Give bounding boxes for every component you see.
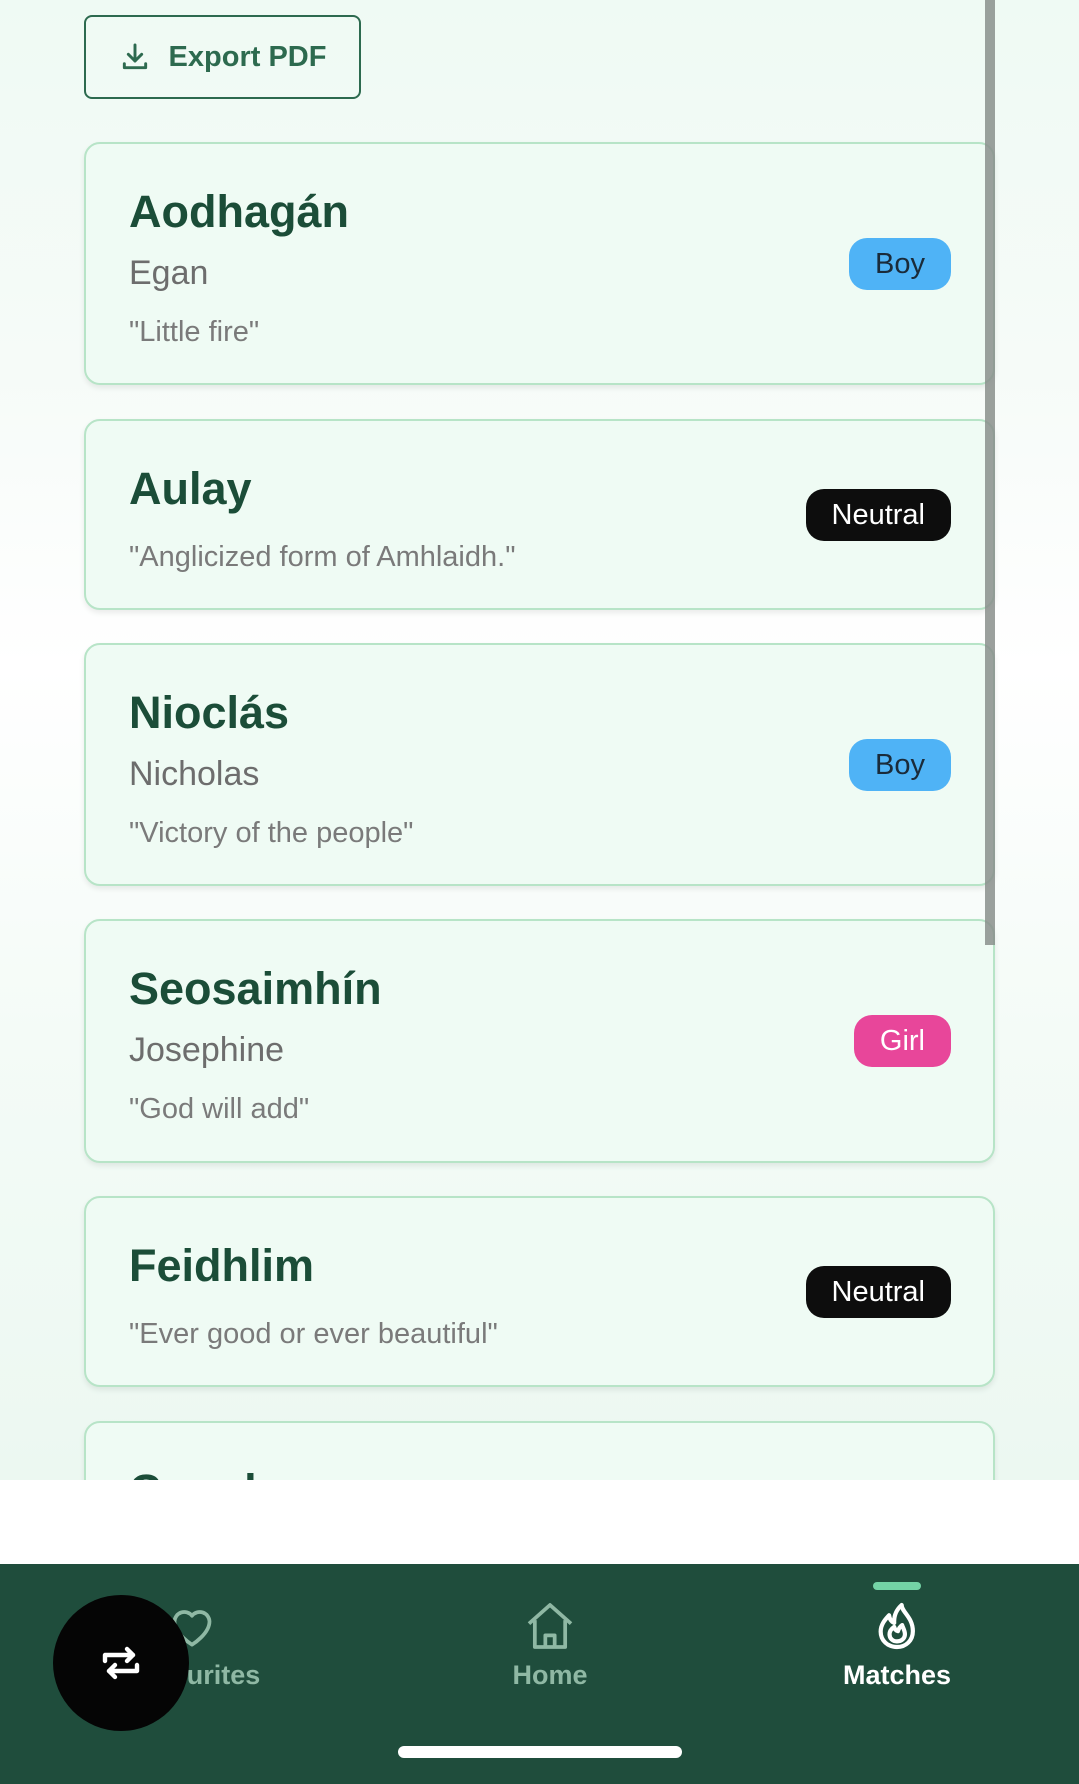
export-pdf-button[interactable]: Export PDF bbox=[84, 15, 361, 99]
list-footer-space bbox=[0, 1480, 1079, 1564]
name-card[interactable]: Seosaimhín Josephine "God will add" Girl bbox=[84, 919, 995, 1163]
irish-name: Seosaimhín bbox=[129, 963, 382, 1014]
english-name: Josephine bbox=[129, 1031, 285, 1069]
irish-name: Caradoc bbox=[129, 1465, 309, 1480]
matches-list[interactable]: Export PDF Aodhagán Egan "Little fire" B… bbox=[0, 0, 1079, 1480]
gender-badge: Neutral bbox=[805, 1266, 951, 1318]
repeat-icon bbox=[102, 1646, 140, 1680]
name-card[interactable]: Aulay "Anglicized form of Amhlaidh." Neu… bbox=[84, 419, 995, 610]
active-tab-indicator bbox=[873, 1582, 921, 1590]
name-card[interactable]: Nioclás Nicholas "Victory of the people"… bbox=[84, 643, 995, 886]
flame-icon bbox=[878, 1602, 915, 1650]
download-icon bbox=[122, 43, 147, 70]
english-name: Egan bbox=[129, 254, 209, 292]
gender-badge: Boy bbox=[849, 238, 951, 290]
export-pdf-label: Export PDF bbox=[168, 40, 327, 73]
nav-label-matches: Matches bbox=[842, 1660, 952, 1690]
home-icon bbox=[527, 1603, 573, 1649]
gender-badge: Boy bbox=[849, 739, 951, 791]
irish-name: Feidhlim bbox=[129, 1240, 315, 1291]
scrollbar[interactable] bbox=[985, 0, 995, 945]
name-meaning: "God will add" bbox=[129, 1093, 310, 1125]
system-home-indicator[interactable] bbox=[398, 1746, 682, 1758]
nav-label-home: Home bbox=[512, 1660, 588, 1690]
irish-name: Nioclás bbox=[129, 687, 290, 738]
name-card[interactable]: Feidhlim "Ever good or ever beautiful" N… bbox=[84, 1196, 995, 1387]
shuffle-fab-button[interactable] bbox=[53, 1595, 189, 1731]
name-meaning: "Anglicized form of Amhlaidh." bbox=[129, 541, 516, 573]
name-meaning: "Victory of the people" bbox=[129, 817, 414, 849]
irish-name: Aodhagán bbox=[129, 186, 349, 237]
name-meaning: "Ever good or ever beautiful" bbox=[129, 1318, 498, 1350]
gender-badge: Girl bbox=[853, 1015, 951, 1067]
english-name: Nicholas bbox=[129, 755, 260, 793]
name-meaning: "Little fire" bbox=[129, 316, 260, 348]
nav-item-home[interactable]: Home bbox=[410, 1564, 690, 1724]
irish-name: Aulay bbox=[129, 463, 252, 514]
gender-badge: Neutral bbox=[805, 489, 951, 541]
name-card[interactable]: Caradoc bbox=[84, 1421, 995, 1480]
name-card[interactable]: Aodhagán Egan "Little fire" Boy bbox=[84, 142, 995, 385]
